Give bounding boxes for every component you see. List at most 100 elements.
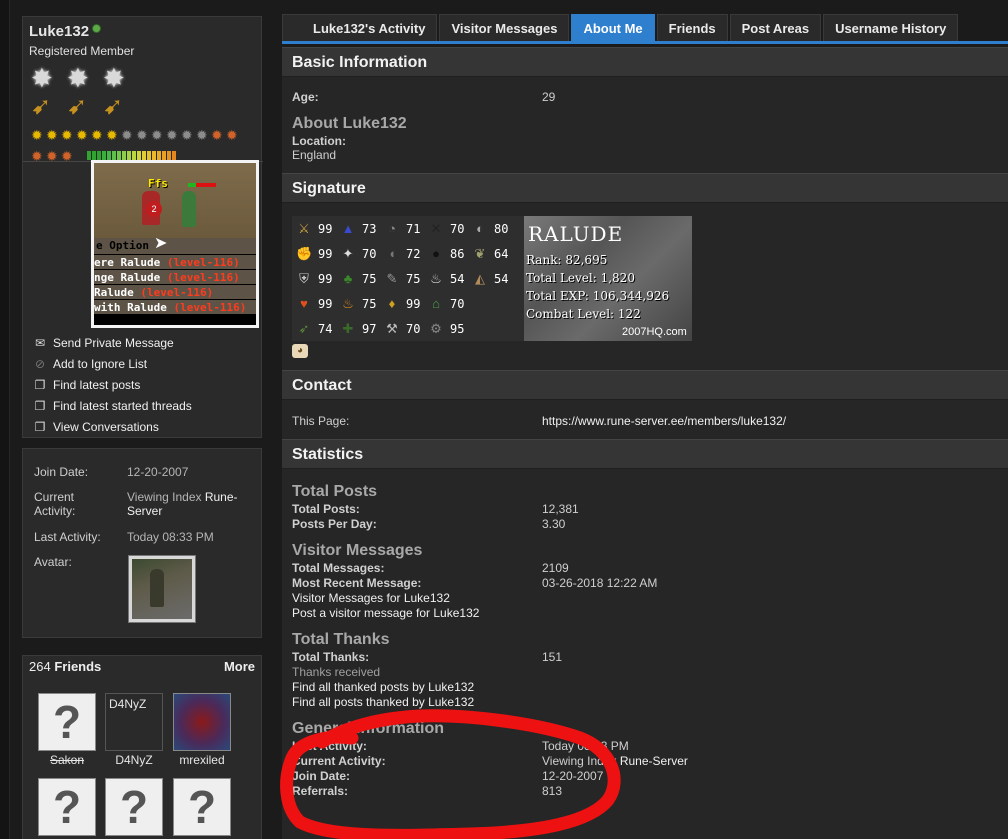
profile-avatar: Ffs 2 e Option ere Ralude (level-116) ng… bbox=[91, 160, 259, 328]
total-level-stat: Total Level: 1,820 bbox=[526, 271, 635, 285]
tab-about-me[interactable]: About Me bbox=[571, 14, 655, 41]
menu-line: ere Ralude (level-116) bbox=[94, 254, 256, 269]
tab-username-history[interactable]: Username History bbox=[823, 14, 959, 41]
reputation-grey-icon: ✹ bbox=[121, 127, 133, 143]
runecraft-icon: ✦ bbox=[342, 246, 354, 261]
profile-card: Luke132 Registered Member ✸ ✸ ✸ ➹ ➹ ➹ ✹ … bbox=[22, 16, 263, 438]
claw-award-icon[interactable]: ➹ bbox=[67, 93, 97, 121]
award-row-stars: ✸ ✸ ✸ bbox=[31, 65, 133, 91]
placeholder-avatar-icon: ? bbox=[173, 778, 231, 836]
total-thanks-label: Total Thanks: bbox=[292, 650, 370, 664]
friend-item[interactable]: ? bbox=[38, 778, 96, 836]
thanks-received-label: Thanks received bbox=[292, 665, 381, 679]
reputation-grey-icon: ✹ bbox=[151, 127, 163, 143]
star-award-icon[interactable]: ✸ bbox=[67, 65, 97, 91]
signature-image: ⚔ 99 ▲ 73 ◔ 71 ✕ 70 ◐ 80 ✊ 99 ✦ 70 ◖ 72 ● 86 ❦ 64 … bbox=[292, 216, 692, 341]
reputation-orange-icon: ✹ bbox=[211, 127, 223, 143]
post-visitor-message-link[interactable]: Post a visitor message for Luke132 bbox=[292, 606, 479, 620]
friend-item[interactable]: mrexiled bbox=[173, 693, 231, 767]
activity-bar bbox=[87, 151, 176, 160]
send-private-message-link[interactable]: ✉ Send Private Message bbox=[33, 332, 192, 353]
thanked-posts-link[interactable]: Find all thanked posts by Luke132 bbox=[292, 680, 474, 694]
reputation-gold-icon: ✹ bbox=[106, 127, 118, 143]
reputation-grey-icon: ✹ bbox=[196, 127, 208, 143]
view-conversations-link[interactable]: ❐ View Conversations bbox=[33, 416, 192, 437]
section-contact: Contact bbox=[282, 370, 1008, 400]
profile-url[interactable]: https://www.rune-server.ee/members/luke1… bbox=[542, 414, 786, 428]
section-statistics: Statistics bbox=[282, 439, 1008, 469]
friend-item[interactable]: ? bbox=[105, 778, 163, 836]
posts-per-day-value: 3.30 bbox=[542, 517, 566, 531]
about-heading: About Luke132 bbox=[292, 115, 407, 132]
friends-header: 264 Friends More bbox=[23, 656, 261, 678]
avatar-thumbnail bbox=[128, 555, 196, 623]
general-information-heading: General Information bbox=[292, 720, 445, 737]
placeholder-avatar-icon: ? bbox=[38, 778, 96, 836]
last-activity-label: Last Activity: bbox=[292, 739, 367, 753]
smithing-icon: ⚙ bbox=[430, 321, 442, 336]
slayer-icon: ◐ bbox=[476, 221, 484, 236]
friend-item[interactable]: D4NyZ D4NyZ bbox=[105, 693, 163, 767]
star-award-icon[interactable]: ✸ bbox=[103, 65, 133, 91]
construction-icon: ⌂ bbox=[432, 296, 440, 311]
conversations-icon: ❐ bbox=[34, 419, 46, 434]
firemaking-icon: ♨ bbox=[342, 296, 354, 311]
farming-icon: ❦ bbox=[474, 246, 486, 261]
game-screenshot: Ffs 2 e Option ere Ralude (level-116) ng… bbox=[94, 163, 256, 325]
skill-row: ➶ 74 ✚ 97 ⚒ 70 ⚙ 95 bbox=[296, 318, 472, 340]
placeholder-avatar-icon: ? bbox=[105, 778, 163, 836]
broken-image-icon: D4NyZ bbox=[105, 693, 163, 751]
posts-icon: ❐ bbox=[34, 377, 46, 392]
visitor-messages-link[interactable]: Visitor Messages for Luke132 bbox=[292, 591, 450, 605]
star-award-icon[interactable]: ✸ bbox=[31, 65, 61, 91]
menu-line: with Ralude (level-116) bbox=[94, 299, 256, 314]
tab-activity[interactable]: Luke132's Activity bbox=[282, 14, 438, 41]
username[interactable]: Luke132 bbox=[29, 23, 102, 40]
recent-message-label: Most Recent Message: bbox=[292, 576, 422, 590]
tab-visitor-messages[interactable]: Visitor Messages bbox=[439, 14, 570, 41]
tab-post-areas[interactable]: Post Areas bbox=[729, 14, 822, 41]
reputation-grey-icon: ✹ bbox=[181, 127, 193, 143]
section-basic-information: Basic Information bbox=[282, 47, 1008, 77]
last-activity-value: Today 08:33 PM bbox=[542, 739, 629, 753]
attack-icon: ⚔ bbox=[298, 221, 310, 236]
recent-message-value: 03-26-2018 12:22 AM bbox=[542, 576, 658, 590]
claw-award-icon[interactable]: ➹ bbox=[103, 93, 133, 121]
visitor-messages-heading: Visitor Messages bbox=[292, 542, 423, 559]
posts-thanked-link[interactable]: Find all posts thanked by Luke132 bbox=[292, 695, 474, 709]
current-activity-value: Viewing Index Rune-Server bbox=[542, 754, 688, 768]
overhead-text: Ffs bbox=[148, 177, 168, 190]
signature-brand: 2007HQ.com bbox=[622, 326, 687, 338]
tab-friends[interactable]: Friends bbox=[656, 14, 728, 41]
total-messages-value: 2109 bbox=[542, 561, 569, 575]
add-to-ignore-link[interactable]: ⊘ Add to Ignore List bbox=[33, 353, 192, 374]
location-value: England bbox=[292, 148, 337, 162]
reputation-grey-icon: ✹ bbox=[136, 127, 148, 143]
online-status-icon bbox=[92, 24, 102, 33]
menu-line: Ralude (level-116) bbox=[94, 284, 256, 299]
claw-award-icon[interactable]: ➹ bbox=[31, 93, 61, 121]
reputation-grey-icon: ✹ bbox=[166, 127, 178, 143]
defence-icon: ⛨ bbox=[299, 271, 309, 286]
total-posts-value: 12,381 bbox=[542, 502, 579, 516]
find-latest-threads-link[interactable]: ❐ Find latest started threads bbox=[33, 395, 192, 416]
skill-row: ✊ 99 ✦ 70 ◖ 72 ● 86 ❦ 64 bbox=[296, 246, 509, 261]
agility-icon: ✕ bbox=[430, 221, 442, 236]
friend-item[interactable]: ? Sakon bbox=[38, 693, 96, 767]
ignore-icon: ⊘ bbox=[34, 356, 46, 371]
this-page-label: This Page: bbox=[292, 414, 350, 428]
total-thanks-heading: Total Thanks bbox=[292, 631, 390, 648]
total-messages-label: Total Messages: bbox=[292, 561, 385, 575]
signature-badge-icon: ◕ bbox=[292, 344, 308, 358]
more-friends-link[interactable]: More bbox=[224, 656, 255, 678]
woodcutting-icon: ✎ bbox=[386, 271, 398, 286]
find-latest-posts-link[interactable]: ❐ Find latest posts bbox=[33, 374, 192, 395]
menu-title: e Option bbox=[94, 238, 256, 254]
skill-row: ⚔ 99 ▲ 73 ◔ 71 ✕ 70 ◐ 80 bbox=[296, 218, 516, 240]
section-signature: Signature bbox=[282, 173, 1008, 203]
forum-link[interactable]: Rune-Server bbox=[620, 754, 688, 768]
envelope-icon: ✉ bbox=[34, 335, 46, 350]
total-posts-label: Total Posts: bbox=[292, 502, 360, 516]
total-exp-stat: Total EXP: 106,344,926 bbox=[526, 289, 670, 303]
friend-item[interactable]: ? bbox=[173, 778, 231, 836]
